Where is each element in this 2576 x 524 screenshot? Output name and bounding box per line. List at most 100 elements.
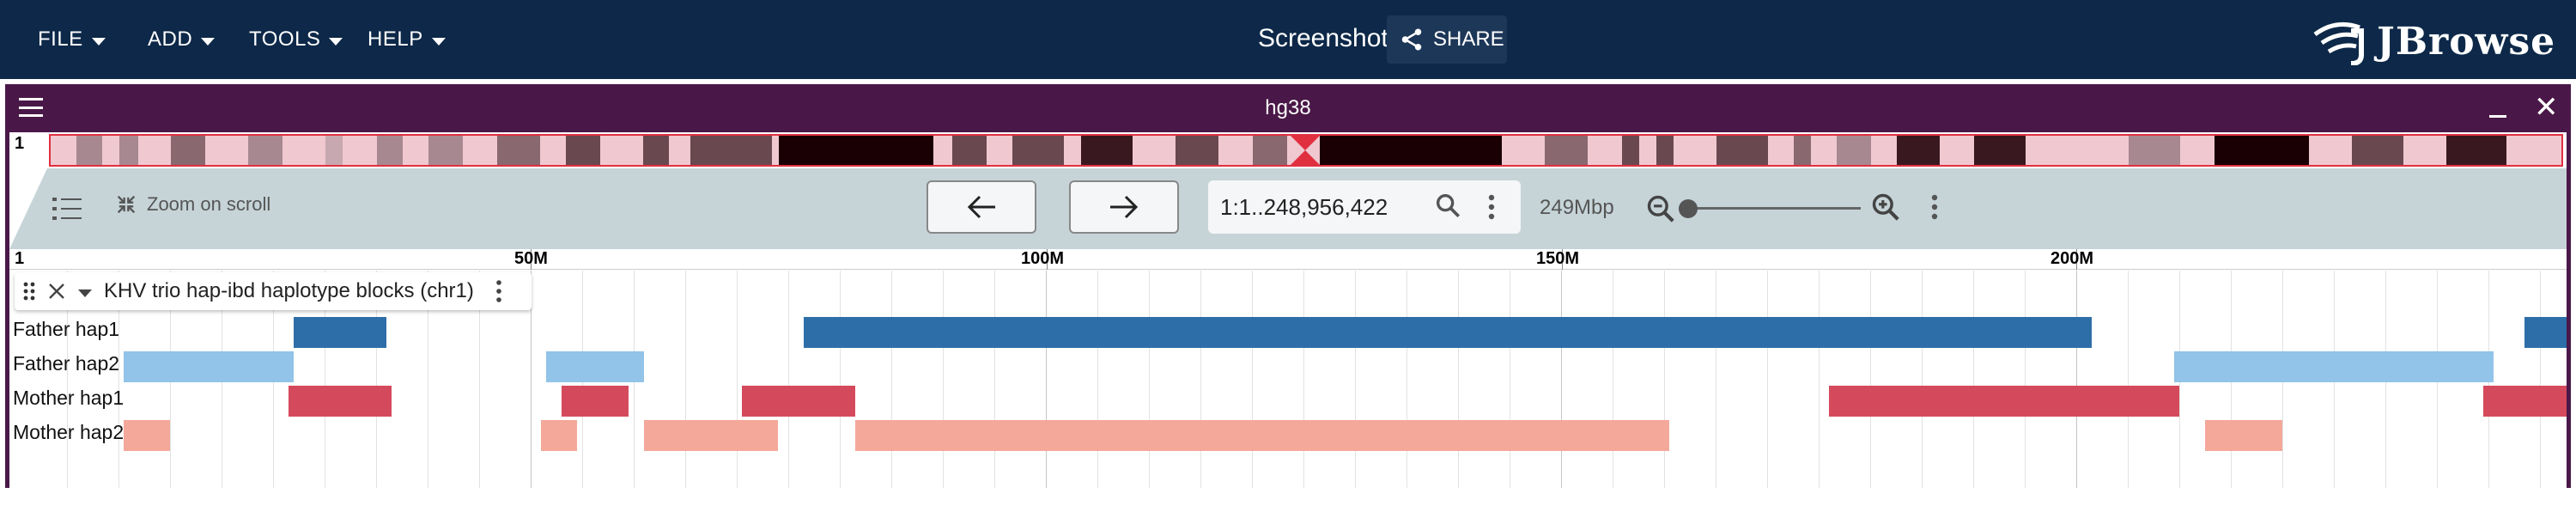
ideogram-bands	[51, 136, 2561, 165]
grid-line	[1767, 271, 1768, 488]
overview-scale-bar[interactable]: 1	[9, 132, 2567, 168]
arrow-right-icon	[1110, 195, 1139, 219]
grid-line	[685, 271, 686, 488]
track-selector-icon[interactable]	[52, 196, 83, 222]
zoom-compress-icon	[117, 195, 136, 214]
haplotype-block[interactable]	[1829, 386, 2179, 417]
menu-add[interactable]: ADD	[148, 22, 216, 57]
jbrowse-logo: JBrowse	[2310, 17, 2555, 65]
drag-handle-icon[interactable]	[23, 281, 35, 302]
logo-text: JBrowse	[2377, 19, 2556, 64]
grid-line	[943, 271, 944, 488]
grid-line	[1149, 271, 1150, 488]
haplotype-block[interactable]	[562, 386, 629, 417]
view-title[interactable]: hg38	[5, 96, 2571, 120]
ruler-tick-label: 200M	[2050, 249, 2094, 268]
haplotype-block[interactable]	[2524, 317, 2567, 348]
more-vert-icon[interactable]	[495, 279, 503, 303]
menu-help-label: HELP	[368, 27, 423, 51]
haplotype-block[interactable]	[294, 317, 386, 348]
overview-connector	[9, 168, 47, 249]
row-label-mother-hap2: Mother hap2	[13, 421, 125, 443]
zoom-out-icon[interactable]	[1644, 192, 1677, 225]
grid-line	[994, 271, 995, 488]
menu-file-label: FILE	[38, 27, 83, 51]
zoom-in-icon[interactable]	[1869, 191, 1902, 223]
chevron-down-icon	[329, 37, 343, 46]
haplotype-block[interactable]	[644, 420, 778, 451]
zoom-slider-thumb[interactable]	[1679, 199, 1698, 218]
row-label-mother-hap1: Mother hap1	[13, 387, 125, 409]
ruler-start-label: 1	[15, 249, 25, 268]
menu-tools-label: TOOLS	[249, 27, 321, 51]
grid-line	[1819, 271, 1820, 488]
linear-genome-view: hg38 ✕ 1 Zoom on scroll 1:1..248,956,422…	[5, 84, 2571, 488]
grid-line	[1561, 271, 1562, 488]
session-title[interactable]: Screenshot	[1258, 24, 1388, 53]
overview-chrom-label: 1	[15, 134, 25, 153]
grid-line	[1097, 271, 1098, 488]
close-icon[interactable]: ✕	[2534, 93, 2559, 122]
view-header: hg38 ✕	[5, 84, 2571, 132]
ruler-tick-label: 150M	[1536, 249, 1580, 268]
close-track-icon[interactable]	[47, 282, 66, 301]
grid-line	[1303, 271, 1304, 488]
menu-help[interactable]: HELP	[368, 22, 446, 57]
chromosome-ideogram[interactable]	[49, 134, 2563, 167]
track-area[interactable]: KHV trio hap-ibd haplotype blocks (chr1)…	[9, 271, 2567, 488]
bp-per-view-label: 249Mbp	[1540, 196, 1614, 219]
grid-line	[1664, 271, 1665, 488]
menu-tools[interactable]: TOOLS	[249, 22, 343, 57]
haplotype-block[interactable]	[124, 420, 170, 451]
grid-line	[1200, 271, 1201, 488]
grid-line	[1406, 271, 1407, 488]
haplotype-block[interactable]	[855, 420, 1669, 451]
scroll-left-button[interactable]	[927, 180, 1036, 234]
ruler[interactable]: 1 50M 100M 150M 200M	[9, 249, 2567, 270]
grid-line	[891, 271, 892, 488]
grid-line	[1973, 271, 1974, 488]
row-label-father-hap1: Father hap1	[13, 318, 120, 340]
grid-line	[737, 271, 738, 488]
search-icon[interactable]	[1433, 191, 1462, 220]
more-vert-icon[interactable]	[1929, 192, 1940, 222]
grid-line	[2128, 271, 2129, 488]
share-button[interactable]: SHARE	[1387, 15, 1507, 64]
view-controls: Zoom on scroll 1:1..248,956,422 249Mbp	[9, 168, 2567, 249]
haplotype-block[interactable]	[2483, 386, 2567, 417]
haplotype-block[interactable]	[2205, 420, 2282, 451]
chevron-down-icon[interactable]	[78, 289, 92, 297]
haplotype-block[interactable]	[289, 386, 392, 417]
share-label: SHARE	[1433, 27, 1504, 51]
haplotype-block[interactable]	[541, 420, 577, 451]
zoom-on-scroll-toggle[interactable]: Zoom on scroll	[114, 192, 270, 216]
grid-line	[1355, 271, 1356, 488]
grid-line	[1458, 271, 1459, 488]
menu-file[interactable]: FILE	[38, 22, 106, 57]
grid-line	[840, 271, 841, 488]
chevron-down-icon	[431, 37, 446, 46]
ruler-tick-label: 100M	[1021, 249, 1065, 268]
app-toolbar: FILE ADD TOOLS HELP Screenshot SHARE JBr…	[0, 0, 2576, 79]
grid-line	[788, 271, 789, 488]
grid-line	[2076, 271, 2077, 488]
grid-line	[1870, 271, 1871, 488]
minimize-icon[interactable]	[2489, 115, 2506, 118]
scroll-right-button[interactable]	[1069, 180, 1179, 234]
more-vert-icon[interactable]	[1486, 192, 1497, 222]
haplotype-block[interactable]	[742, 386, 855, 417]
haplotype-block[interactable]	[124, 351, 294, 382]
track-label[interactable]: KHV trio hap-ibd haplotype blocks (chr1)	[15, 272, 532, 310]
grid-line	[2540, 271, 2541, 488]
location-search-input[interactable]: 1:1..248,956,422	[1208, 180, 1521, 234]
chevron-down-icon	[201, 37, 216, 46]
track-name: KHV trio hap-ibd haplotype blocks (chr1)	[104, 279, 474, 302]
chevron-down-icon	[91, 37, 106, 46]
grid-line	[2025, 271, 2026, 488]
share-icon	[1401, 28, 1422, 51]
haplotype-block[interactable]	[804, 317, 2092, 348]
jbrowse-logo-icon	[2313, 21, 2364, 65]
zoom-slider-track[interactable]	[1682, 207, 1861, 210]
haplotype-block[interactable]	[2174, 351, 2494, 382]
haplotype-block[interactable]	[546, 351, 644, 382]
